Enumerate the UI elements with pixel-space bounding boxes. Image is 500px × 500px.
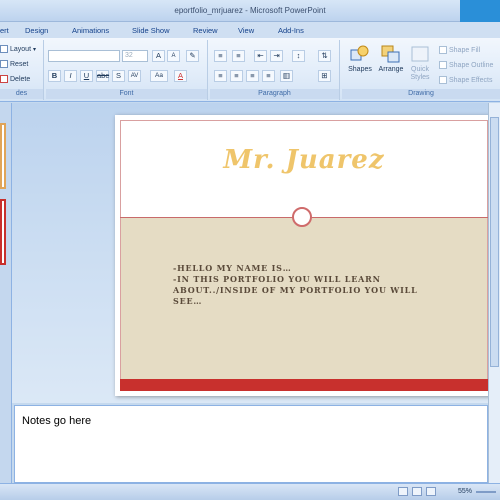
layout-button[interactable]: Layout ▾ bbox=[0, 45, 36, 53]
slide-thumbnail[interactable] bbox=[0, 123, 6, 189]
grow-font-button[interactable]: A bbox=[152, 50, 165, 62]
increase-indent-button[interactable]: ⇥ bbox=[270, 50, 283, 62]
underline-button[interactable]: U bbox=[80, 70, 93, 82]
quick-styles-icon bbox=[411, 46, 429, 62]
arrange-icon bbox=[381, 45, 400, 63]
font-family-select[interactable] bbox=[48, 50, 120, 62]
notes-pane[interactable]: Notes go here bbox=[14, 405, 488, 483]
body-line: -In this portfolio you will learn about.… bbox=[173, 274, 418, 306]
normal-view-icon[interactable] bbox=[398, 487, 408, 496]
slide-title[interactable]: Mr. Juarez bbox=[115, 145, 493, 175]
slide-thumbnail[interactable] bbox=[0, 199, 6, 265]
quick-styles-label: Quick Styles bbox=[410, 66, 430, 81]
clear-formatting-button[interactable]: ✎ bbox=[186, 50, 199, 62]
zoom-level: 55% bbox=[457, 488, 472, 495]
shadow-button[interactable]: S bbox=[112, 70, 125, 82]
body-line: -Hello my name is… bbox=[173, 263, 292, 273]
reset-icon bbox=[0, 60, 8, 68]
italic-button[interactable]: I bbox=[64, 70, 77, 82]
slide-body-text[interactable]: -Hello my name is… -In this portfolio yo… bbox=[173, 263, 433, 307]
tab-insert[interactable]: ert bbox=[0, 26, 9, 35]
drawing-group-label: Drawing bbox=[342, 89, 500, 99]
title-bar: eportfolio_mrjuarez - Microsoft PowerPoi… bbox=[0, 0, 500, 22]
shape-fill-button[interactable]: Shape Fill bbox=[439, 46, 480, 54]
shapes-button[interactable]: Shapes bbox=[345, 44, 375, 73]
shape-effects-icon bbox=[439, 76, 447, 84]
font-size-select[interactable]: 32 bbox=[122, 50, 148, 62]
reset-label: Reset bbox=[10, 60, 29, 68]
columns-button[interactable]: ▥ bbox=[280, 70, 293, 82]
delete-button[interactable]: Delete bbox=[0, 75, 30, 83]
decrease-indent-button[interactable]: ⇤ bbox=[254, 50, 267, 62]
slide-editing-area: Mr. Juarez -Hello my name is… -In this p… bbox=[12, 103, 500, 403]
shape-outline-button[interactable]: Shape Outline bbox=[439, 61, 493, 69]
scrollbar-thumb[interactable] bbox=[490, 117, 499, 367]
smartart-button[interactable]: ⊞ bbox=[318, 70, 331, 82]
tab-view[interactable]: View bbox=[238, 26, 254, 35]
quick-styles-button[interactable]: Quick Styles bbox=[408, 44, 432, 82]
tab-slide-show[interactable]: Slide Show bbox=[132, 26, 170, 35]
tab-design[interactable]: Design bbox=[25, 26, 48, 35]
text-direction-button[interactable]: ⇅ bbox=[318, 50, 331, 62]
align-center-button[interactable]: ≡ bbox=[230, 70, 243, 82]
slides-group: Layout ▾ Reset Delete des bbox=[0, 40, 44, 100]
arrange-label: Arrange bbox=[378, 66, 404, 73]
slides-group-label: des bbox=[0, 89, 43, 99]
tab-review[interactable]: Review bbox=[193, 26, 218, 35]
zoom-slider[interactable] bbox=[476, 491, 496, 493]
drawing-group: Shapes Arrange Quick Styles Shape Fill S… bbox=[342, 40, 500, 100]
line-spacing-button[interactable]: ↕ bbox=[292, 50, 305, 62]
shapes-icon bbox=[350, 45, 369, 61]
font-group-label: Font bbox=[46, 89, 207, 99]
shape-outline-label: Shape Outline bbox=[449, 61, 494, 69]
font-group: 32 A A ✎ B I U abc S AV Aa A Font bbox=[46, 40, 208, 100]
font-color-button[interactable]: A bbox=[174, 70, 187, 82]
slide-thumbnails-pane[interactable] bbox=[0, 103, 12, 483]
shape-fill-label: Shape Fill bbox=[449, 46, 481, 54]
shape-outline-icon bbox=[439, 61, 447, 69]
bold-button[interactable]: B bbox=[48, 70, 61, 82]
delete-label: Delete bbox=[10, 75, 31, 83]
numbering-button[interactable]: ≡ bbox=[232, 50, 245, 62]
status-bar: 55% bbox=[0, 483, 500, 500]
tab-add-ins[interactable]: Add-Ins bbox=[278, 26, 304, 35]
shape-effects-label: Shape Effects bbox=[449, 76, 493, 84]
window-controls[interactable] bbox=[460, 0, 500, 22]
char-spacing-button[interactable]: AV bbox=[128, 70, 141, 82]
arrange-button[interactable]: Arrange bbox=[375, 44, 407, 73]
strikethrough-button[interactable]: abc bbox=[96, 70, 109, 82]
change-case-button[interactable]: Aa bbox=[150, 70, 168, 82]
align-left-button[interactable]: ≡ bbox=[214, 70, 227, 82]
window-title: eportfolio_mrjuarez - Microsoft PowerPoi… bbox=[174, 6, 326, 15]
slide-accent-bar bbox=[120, 379, 488, 391]
ribbon: Layout ▾ Reset Delete des 32 A A ✎ B I U… bbox=[0, 38, 500, 102]
layout-icon bbox=[0, 45, 8, 53]
shrink-font-button[interactable]: A bbox=[167, 50, 180, 62]
tab-animations[interactable]: Animations bbox=[72, 26, 109, 35]
divider-circle-ornament bbox=[292, 207, 312, 227]
slide-canvas[interactable]: Mr. Juarez -Hello my name is… -In this p… bbox=[115, 115, 493, 396]
shape-effects-button[interactable]: Shape Effects bbox=[439, 76, 492, 84]
layout-label: Layout bbox=[10, 45, 32, 53]
delete-icon bbox=[0, 75, 8, 83]
align-right-button[interactable]: ≡ bbox=[246, 70, 259, 82]
slide-sorter-view-icon[interactable] bbox=[412, 487, 422, 496]
paragraph-group: ≡ ≡ ⇤ ⇥ ↕ ⇅ ≡ ≡ ≡ ≡ ▥ ⊞ Paragraph bbox=[210, 40, 340, 100]
reset-button[interactable]: Reset bbox=[0, 60, 28, 68]
slide-show-view-icon[interactable] bbox=[426, 487, 436, 496]
vertical-scrollbar[interactable] bbox=[488, 103, 500, 483]
paragraph-group-label: Paragraph bbox=[210, 89, 339, 99]
shape-fill-icon bbox=[439, 46, 447, 54]
shapes-label: Shapes bbox=[348, 66, 372, 73]
bullets-button[interactable]: ≡ bbox=[214, 50, 227, 62]
notes-text[interactable]: Notes go here bbox=[22, 415, 91, 427]
justify-button[interactable]: ≡ bbox=[262, 70, 275, 82]
ribbon-tabs: ert Design Animations Slide Show Review … bbox=[0, 22, 500, 38]
